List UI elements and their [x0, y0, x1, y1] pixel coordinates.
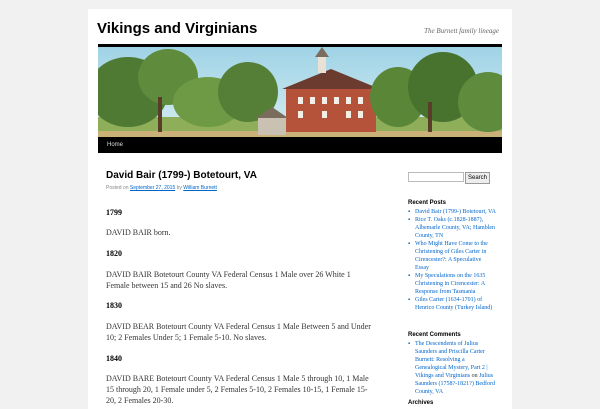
- paragraph: DAVID BAIR Botetourt County VA Federal C…: [106, 270, 351, 290]
- archives-title: Archives: [408, 400, 434, 406]
- recent-post-link[interactable]: Who Might Have Come to the Christening o…: [408, 240, 496, 272]
- year-heading: 1840: [106, 354, 122, 363]
- site-title[interactable]: Vikings and Virginians: [97, 20, 257, 37]
- site-description: The Burnett family lineage: [424, 27, 499, 35]
- recent-post-link[interactable]: My Speculations on the 1635 Christening …: [408, 272, 496, 296]
- recent-posts-list: David Bair (1799-) Botetourt, VA Rice T.…: [408, 208, 496, 312]
- recent-post-link[interactable]: David Bair (1799-) Botetourt, VA: [408, 208, 496, 216]
- paragraph: DAVID BARE Botetourt County VA Federal C…: [106, 374, 369, 405]
- post-meta: Posted on September 27, 2015 by William …: [106, 185, 217, 191]
- recent-comments-list: The Descendents of Julius Saunders and P…: [408, 340, 496, 396]
- search-button[interactable]: Search: [465, 172, 491, 184]
- paragraph: DAVID BEAR Botetourt County VA Federal C…: [106, 322, 371, 342]
- nav-item-home[interactable]: Home: [107, 137, 123, 153]
- recent-post-link[interactable]: Rice T. Oaks (c.1828-1887), Albemarle Co…: [408, 216, 496, 240]
- search-input[interactable]: [408, 172, 464, 182]
- year-heading: 1830: [106, 301, 122, 310]
- page-wrapper: Vikings and Virginians The Burnett famil…: [88, 9, 512, 409]
- recent-post-link[interactable]: Giles Carter (1634-1701) of Henrico Coun…: [408, 296, 496, 312]
- recent-comment-item: The Descendents of Julius Saunders and P…: [408, 340, 496, 396]
- header-image: [98, 44, 502, 140]
- paragraph: DAVID BAIR born.: [106, 228, 171, 237]
- post-date-link[interactable]: September 27, 2015: [130, 185, 175, 191]
- recent-comments-title: Recent Comments: [408, 332, 461, 338]
- posted-on-label: Posted on: [106, 185, 129, 191]
- comment-on-label: on: [470, 373, 480, 379]
- recent-posts-title: Recent Posts: [408, 200, 447, 206]
- author-link[interactable]: William Burnett: [183, 185, 217, 191]
- year-heading: 1799: [106, 208, 122, 217]
- by-label: by: [176, 185, 182, 191]
- post-title[interactable]: David Bair (1799-) Botetourt, VA: [106, 170, 257, 181]
- year-heading: 1820: [106, 249, 122, 258]
- main-navigation: Home: [98, 137, 502, 153]
